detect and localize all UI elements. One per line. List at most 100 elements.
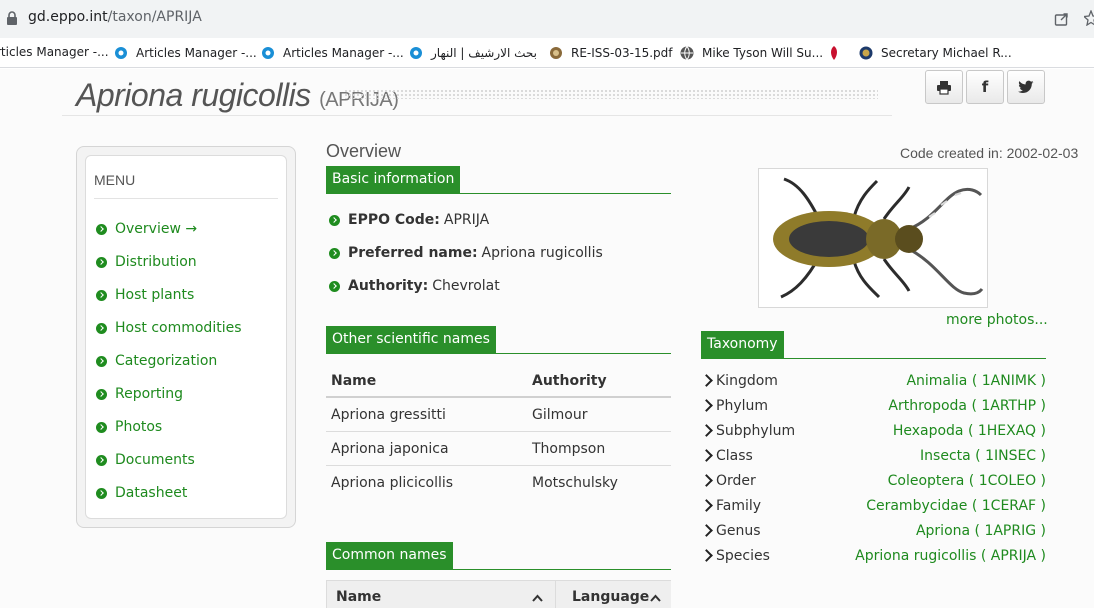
menu-item-label: Host commodities xyxy=(115,320,242,336)
table-cell-name: Apriona plicicollis xyxy=(331,475,454,491)
more-photos-link[interactable]: more photos... xyxy=(946,312,1048,328)
menu-item-datasheet[interactable]: Datasheet xyxy=(96,485,187,501)
column-header-language: Language xyxy=(572,589,650,605)
joomla-icon xyxy=(115,47,127,59)
taxonomy-row-family[interactable]: Family Cerambycidae ( 1CERAF ) xyxy=(700,498,1046,520)
red-logo-icon xyxy=(831,46,837,60)
url-path: /taxon/APRIJA xyxy=(107,9,202,25)
facebook-icon: f xyxy=(981,78,989,96)
bullet-arrow-icon xyxy=(329,280,340,292)
taxonomy-value-link[interactable]: Apriona ( 1APRIG ) xyxy=(916,523,1046,539)
taxonomy-row-species[interactable]: Species Apriona rugicollis ( APRIJA ) xyxy=(700,548,1046,570)
menu-item-categorization[interactable]: Categorization xyxy=(96,353,217,369)
taxonomy-rank: Class xyxy=(716,448,753,464)
taxonomy-value-link[interactable]: Apriona rugicollis ( APRIJA ) xyxy=(855,548,1046,564)
section-title: Common names xyxy=(326,542,453,569)
menu-item-documents[interactable]: Documents xyxy=(96,452,195,468)
bullet-arrow-icon xyxy=(96,487,107,499)
twitter-button[interactable] xyxy=(1007,70,1045,104)
menu-item-host-commodities[interactable]: Host commodities xyxy=(96,320,242,336)
menu-item-label: Datasheet xyxy=(115,485,188,501)
menu-item-label: Reporting xyxy=(115,386,184,402)
bullet-arrow-icon xyxy=(329,214,340,226)
bullet-arrow-icon xyxy=(96,421,107,433)
bookmark-item[interactable] xyxy=(826,45,849,61)
chevron-right-icon xyxy=(700,474,713,487)
info-authority: Authority: Chevrolat xyxy=(329,278,500,294)
menu-item-host-plants[interactable]: Host plants xyxy=(96,287,194,303)
taxonomy-row-kingdom[interactable]: Kingdom Animalia ( 1ANIMK ) xyxy=(700,373,1046,395)
bookmark-item[interactable]: Articles Manager -... xyxy=(113,45,257,61)
other-names-header: Other scientific names xyxy=(326,326,671,354)
taxonomy-value-link[interactable]: Insecta ( 1INSEC ) xyxy=(920,448,1046,464)
table-divider xyxy=(326,465,671,466)
chevron-right-icon xyxy=(700,549,713,562)
taxonomy-row-phylum[interactable]: Phylum Arthropoda ( 1ARTHP ) xyxy=(700,398,1046,420)
table-cell-name: Apriona japonica xyxy=(331,441,449,457)
bookmark-label: Mike Tyson Will Su... xyxy=(702,46,824,60)
taxonomy-rank: Genus xyxy=(716,523,761,539)
info-value: Apriona rugicollis xyxy=(481,245,603,261)
taxonomy-value-link[interactable]: Cerambycidae ( 1CERAF ) xyxy=(866,498,1046,514)
taxonomy-value-link[interactable]: Arthropoda ( 1ARTHP ) xyxy=(888,398,1046,414)
bookmark-item[interactable]: Articles Manager -... xyxy=(260,45,404,61)
share-icon[interactable] xyxy=(1054,11,1070,27)
bookmark-item[interactable]: Mike Tyson Will Su... xyxy=(679,45,823,61)
emblem-icon xyxy=(550,47,562,59)
common-names-header: Common names xyxy=(326,542,671,570)
taxonomy-rank: Kingdom xyxy=(716,373,778,389)
title-row: Apriona rugicollis (APRIJA) xyxy=(62,69,892,116)
chevron-right-icon xyxy=(700,499,713,512)
bullet-arrow-icon xyxy=(96,223,107,235)
taxonomy-row-order[interactable]: Order Coleoptera ( 1COLEO ) xyxy=(700,473,1046,495)
print-button[interactable] xyxy=(925,70,963,104)
url-field[interactable]: gd.eppo.int/taxon/APRIJA xyxy=(28,9,202,25)
sort-column-language[interactable]: Language xyxy=(556,581,671,608)
bookmark-label: rticles Manager -... xyxy=(0,45,109,59)
menu-item-label: Distribution xyxy=(115,254,197,270)
taxon-name: Apriona rugicollis xyxy=(76,77,311,113)
bookmark-label: Secretary Michael R... xyxy=(881,46,1012,60)
twitter-icon xyxy=(1018,80,1034,93)
joomla-icon xyxy=(410,47,422,59)
taxon-photo[interactable] xyxy=(758,168,988,308)
menu-item-label: Photos xyxy=(115,419,163,435)
bookmark-item[interactable]: بحث الارشيف | النهار xyxy=(408,45,537,61)
menu-item-photos[interactable]: Photos xyxy=(96,419,162,435)
menu-item-label: Host plants xyxy=(115,287,195,303)
printer-icon xyxy=(937,80,951,95)
taxonomy-row-class[interactable]: Class Insecta ( 1INSEC ) xyxy=(700,448,1046,470)
taxonomy-rank: Species xyxy=(716,548,770,564)
sort-up-icon xyxy=(650,594,661,602)
taxonomy-value-link[interactable]: Animalia ( 1ANIMK ) xyxy=(906,373,1046,389)
star-icon[interactable] xyxy=(1084,10,1094,26)
bookmark-item[interactable]: rticles Manager -... xyxy=(0,45,109,59)
taxonomy-rank: Order xyxy=(716,473,756,489)
sort-column-name[interactable]: Name xyxy=(327,581,555,608)
bookmark-label: Articles Manager -... xyxy=(283,46,404,60)
taxonomy-row-subphylum[interactable]: Subphylum Hexapoda ( 1HEXAQ ) xyxy=(700,423,1046,445)
bookmark-label: Articles Manager -... xyxy=(136,46,257,60)
menu-item-distribution[interactable]: Distribution xyxy=(96,254,197,270)
taxonomy-value-link[interactable]: Hexapoda ( 1HEXAQ ) xyxy=(893,423,1046,439)
bookmark-item[interactable]: Secretary Michael R... xyxy=(858,45,1012,61)
basic-info-header: Basic information xyxy=(326,166,671,194)
browser-address-bar: gd.eppo.int/taxon/APRIJA xyxy=(0,0,1094,38)
menu-item-reporting[interactable]: Reporting xyxy=(96,386,183,402)
info-eppo-code: EPPO Code: APRIJA xyxy=(329,212,489,228)
menu-item-label: Overview → xyxy=(115,221,198,237)
menu-item-overview[interactable]: Overview → xyxy=(96,221,197,237)
seal-icon xyxy=(859,46,873,60)
chevron-right-icon xyxy=(700,399,713,412)
taxonomy-value-link[interactable]: Coleoptera ( 1COLEO ) xyxy=(888,473,1046,489)
facebook-button[interactable]: f xyxy=(966,70,1004,104)
url-host: gd.eppo.int xyxy=(28,9,108,25)
section-title: Basic information xyxy=(326,166,461,193)
bookmark-item[interactable]: RE-ISS-03-15.pdf xyxy=(548,45,673,61)
info-value: APRIJA xyxy=(443,212,490,228)
table-cell-authority: Thompson xyxy=(532,441,606,457)
info-value: Chevrolat xyxy=(432,278,500,294)
bullet-arrow-icon xyxy=(96,256,107,268)
taxonomy-row-genus[interactable]: Genus Apriona ( 1APRIG ) xyxy=(700,523,1046,545)
taxonomy-header: Taxonomy xyxy=(701,331,1046,359)
